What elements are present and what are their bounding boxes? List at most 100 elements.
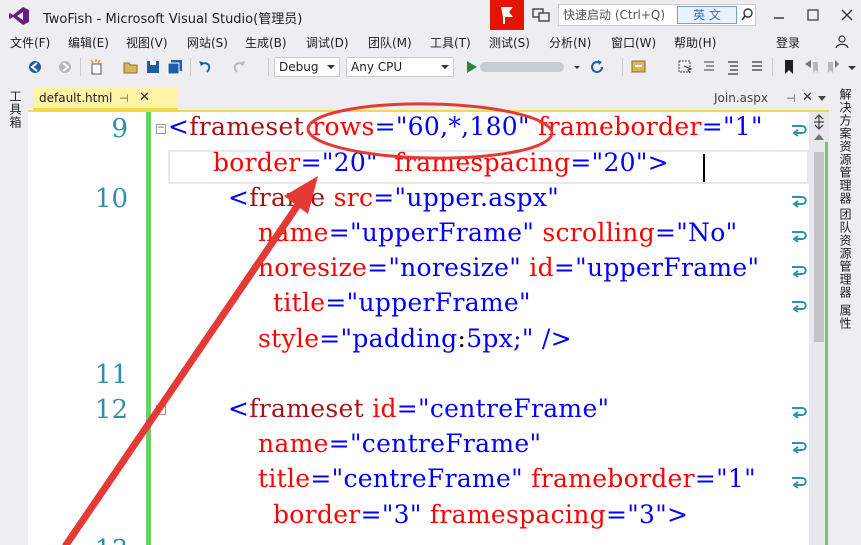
next-bookmark-icon[interactable] bbox=[824, 58, 842, 76]
token-attribute: noresize bbox=[258, 253, 368, 282]
menu-help[interactable]: 帮助(H) bbox=[674, 34, 716, 51]
maximize-icon[interactable] bbox=[800, 4, 826, 26]
save-all-icon[interactable] bbox=[166, 58, 184, 76]
chevron-down-icon bbox=[327, 65, 335, 69]
token-text: : bbox=[457, 324, 467, 353]
menu-file[interactable]: 文件(F) bbox=[10, 34, 50, 51]
code-line: <frameset rows="60,*,180" frameborder="1… bbox=[168, 112, 763, 141]
menu-window[interactable]: 窗口(W) bbox=[611, 34, 656, 51]
token-attribute: name bbox=[258, 429, 329, 458]
word-wrap-glyph-icon bbox=[792, 266, 807, 278]
collapse-outline-icon[interactable]: − bbox=[156, 405, 166, 415]
scrollbar-thumb[interactable] bbox=[814, 152, 824, 342]
menu-edit[interactable]: 编辑(E) bbox=[68, 34, 109, 51]
properties-tab[interactable]: 属性 bbox=[837, 304, 854, 330]
pin-icon[interactable]: ⊣ bbox=[786, 92, 796, 105]
quick-launch-box[interactable]: 英 文 bbox=[558, 4, 756, 26]
token-value: "1" bbox=[722, 112, 763, 141]
code-line: noresize="noresize" id="upperFrame" bbox=[258, 253, 760, 282]
solution-explorer-tab[interactable]: 解决方案资源管理器 bbox=[837, 88, 854, 205]
account-icon[interactable] bbox=[834, 35, 850, 49]
solution-configuration-dropdown[interactable]: Debug bbox=[274, 57, 340, 77]
minimize-icon[interactable] bbox=[766, 4, 792, 26]
tab-join-aspx[interactable]: Join.aspx bbox=[714, 91, 768, 105]
toolbar-separator bbox=[190, 58, 191, 76]
menu-tools[interactable]: 工具(T) bbox=[430, 34, 471, 51]
close-tab-icon[interactable]: ✕ bbox=[139, 90, 150, 105]
open-file-icon[interactable] bbox=[122, 58, 140, 76]
code-line: name="upperFrame" scrolling="No" bbox=[258, 218, 738, 247]
previous-bookmark-icon[interactable] bbox=[802, 58, 820, 76]
uncomment-icon[interactable] bbox=[748, 58, 766, 76]
start-target-label[interactable] bbox=[480, 62, 564, 72]
menu-build[interactable]: 生成(B) bbox=[245, 34, 287, 51]
text-caret bbox=[703, 154, 705, 182]
comment-out-icon[interactable] bbox=[724, 58, 742, 76]
pin-icon[interactable]: ⊣ bbox=[119, 92, 129, 105]
code-line: border="3" framespacing="3"> bbox=[273, 500, 689, 529]
token-bracket: < bbox=[168, 112, 190, 141]
solution-platform-dropdown[interactable]: Any CPU bbox=[346, 57, 454, 77]
new-project-icon[interactable] bbox=[88, 58, 106, 76]
menu-debug[interactable]: 调试(D) bbox=[306, 34, 349, 51]
format-document-icon[interactable] bbox=[700, 58, 718, 76]
undo-icon[interactable] bbox=[196, 58, 214, 76]
ime-indicator: 英 文 bbox=[677, 6, 737, 24]
scroll-up-arrow-icon[interactable] bbox=[814, 134, 824, 140]
code-line: <frameset id="centreFrame" bbox=[228, 394, 610, 423]
bookmark-icon[interactable] bbox=[780, 58, 798, 76]
start-debugging-icon[interactable] bbox=[462, 58, 480, 76]
token-value: "noresize" bbox=[388, 253, 522, 282]
save-icon[interactable] bbox=[144, 58, 162, 76]
notification-flag-icon[interactable] bbox=[490, 0, 524, 30]
refresh-icon[interactable] bbox=[588, 58, 606, 76]
token-value: "20" bbox=[591, 148, 648, 177]
code-editor[interactable]: 9 10 11 12 13 − − <frameset rows="60,*,1… bbox=[28, 112, 829, 545]
select-element-icon[interactable] bbox=[676, 58, 694, 76]
menu-view[interactable]: 视图(V) bbox=[126, 34, 168, 51]
token-value: "3" bbox=[381, 500, 422, 529]
menu-analyze[interactable]: 分析(N) bbox=[549, 34, 591, 51]
menu-test[interactable]: 测试(S) bbox=[489, 34, 530, 51]
toolbar-separator bbox=[80, 58, 81, 76]
token-attribute: name bbox=[258, 218, 329, 247]
chevron-down-icon[interactable] bbox=[572, 58, 582, 76]
toolbar-separator bbox=[268, 58, 269, 76]
menu-website[interactable]: 网站(S) bbox=[187, 34, 228, 51]
tab-label: default.html bbox=[39, 91, 113, 105]
vertical-scrollbar[interactable] bbox=[809, 112, 829, 545]
redo-icon[interactable] bbox=[230, 58, 248, 76]
back-icon[interactable] bbox=[26, 58, 44, 76]
toolbar-separator bbox=[772, 58, 773, 76]
token-value: "60,*,180" bbox=[395, 112, 530, 141]
right-tool-strip: 解决方案资源管理器 团队资源管理器 属性 bbox=[829, 82, 861, 545]
sign-in-link[interactable]: 登录 bbox=[776, 34, 800, 51]
collapse-outline-icon[interactable]: − bbox=[156, 124, 166, 134]
left-tool-strip: 工具箱 bbox=[0, 82, 28, 545]
feedback-icon[interactable] bbox=[532, 7, 550, 23]
search-icon[interactable] bbox=[741, 8, 753, 22]
token-value: 5px;" bbox=[466, 324, 534, 353]
menu-bar: 文件(F) 编辑(E) 视图(V) 网站(S) 生成(B) 调试(D) 团队(M… bbox=[0, 32, 861, 52]
line-number: 12 bbox=[94, 395, 128, 425]
word-wrap-glyph-icon bbox=[792, 301, 807, 313]
tab-list-dropdown-icon[interactable] bbox=[818, 96, 826, 101]
code-line: style="padding:5px;" /> bbox=[258, 324, 572, 353]
toolbox-tab[interactable]: 工具箱 bbox=[7, 90, 24, 129]
team-explorer-tab[interactable]: 团队资源管理器 bbox=[837, 208, 854, 299]
token-bracket: < bbox=[228, 394, 250, 423]
quick-launch-input[interactable] bbox=[559, 5, 671, 25]
browser-link-icon[interactable] bbox=[630, 58, 648, 76]
token-bracket: > bbox=[667, 500, 689, 529]
tab-default-html[interactable]: default.html ⊣ ✕ bbox=[33, 88, 178, 110]
forward-icon[interactable] bbox=[56, 58, 74, 76]
line-number: 11 bbox=[94, 360, 128, 390]
more-tools-icon[interactable] bbox=[846, 58, 858, 76]
close-tab-icon[interactable]: ✕ bbox=[802, 90, 813, 105]
menu-team[interactable]: 团队(M) bbox=[368, 34, 412, 51]
token-attribute: scrolling bbox=[542, 218, 655, 247]
split-window-icon[interactable] bbox=[813, 114, 825, 130]
token-value: "3" bbox=[627, 500, 667, 529]
close-icon[interactable] bbox=[834, 4, 860, 26]
code-line: title="upperFrame" bbox=[273, 288, 531, 317]
